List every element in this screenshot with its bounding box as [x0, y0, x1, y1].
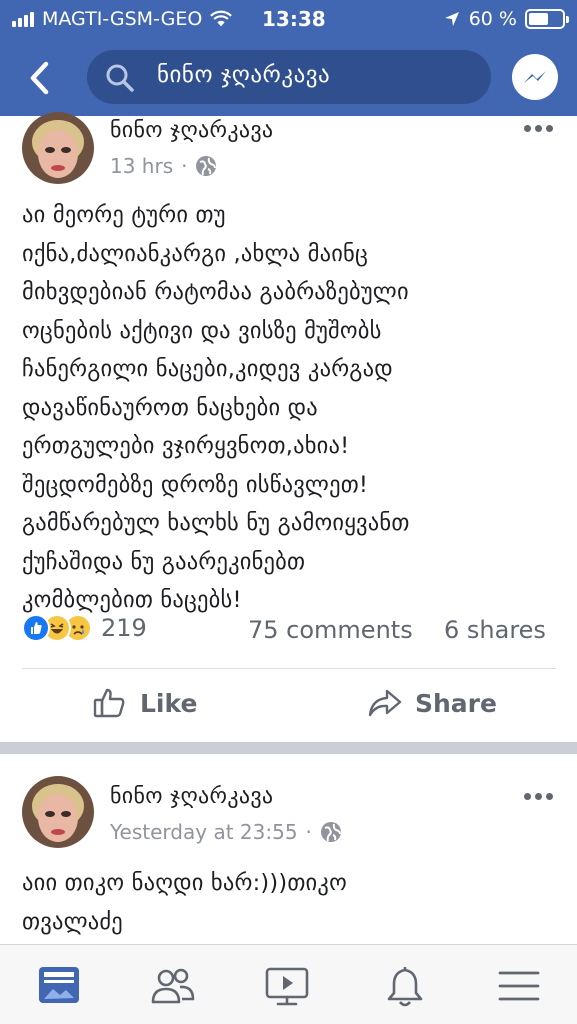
meta-separator: ·: [305, 820, 312, 844]
like-label: Like: [140, 688, 198, 718]
tab-notifications[interactable]: [382, 963, 428, 1009]
post-text: აი მეორე ტური თუ იქნა,ძალიანკარგი ,ახლა …: [22, 202, 410, 613]
notifications-icon: [387, 967, 423, 1007]
friends-icon: [151, 968, 195, 1004]
share-button[interactable]: Share: [367, 685, 497, 721]
divider: [22, 668, 556, 669]
share-label: Share: [415, 688, 497, 718]
post-text: აიი თიკო ნაღდი ხარ:)))თიკო თვალაძე: [22, 870, 347, 935]
shares-count[interactable]: 6 shares: [444, 616, 546, 644]
post-meta: Yesterday at 23:55 ·: [110, 820, 342, 844]
feed-post: ნინო ჯღარკავა Yesterday at 23:55 · აიი თ…: [0, 754, 577, 944]
post-author[interactable]: ნინო ჯღარკავა: [110, 118, 273, 143]
post-more-button[interactable]: [524, 788, 556, 804]
tab-news-feed[interactable]: [36, 963, 82, 1009]
reactions-count: 219: [101, 614, 147, 642]
like-reaction-icon: [22, 614, 50, 642]
comments-count[interactable]: 75 comments: [248, 616, 413, 644]
more-icon: [524, 124, 531, 132]
share-arrow-icon: [368, 689, 402, 717]
reactions-summary[interactable]: 219: [22, 614, 147, 642]
more-icon: [524, 792, 531, 800]
watch-icon: [265, 967, 309, 1006]
tab-friends[interactable]: [150, 963, 196, 1009]
feed-separator: [0, 742, 577, 754]
post-time[interactable]: 13 hrs: [110, 154, 173, 178]
menu-icon: [498, 971, 540, 1001]
post-more-button[interactable]: [524, 120, 556, 136]
thumbs-up-icon: [93, 688, 125, 718]
post-time[interactable]: Yesterday at 23:55: [110, 820, 298, 844]
globe-icon: [196, 156, 217, 176]
globe-icon: [320, 822, 341, 842]
tab-watch[interactable]: [264, 963, 310, 1009]
post-author[interactable]: ნინო ჯღარკავა: [110, 784, 273, 809]
bottom-tab-bar: [0, 944, 577, 1024]
like-button[interactable]: Like: [92, 685, 197, 721]
tab-menu[interactable]: [496, 963, 542, 1009]
avatar[interactable]: [22, 776, 94, 848]
news-feed-icon: [39, 967, 79, 1003]
avatar[interactable]: [22, 112, 94, 184]
post-meta: 13 hrs ·: [110, 154, 217, 178]
meta-separator: ·: [181, 154, 188, 178]
feed-post: ნინო ჯღარკავა 13 hrs · აი მეორე ტური თუ …: [0, 0, 577, 742]
